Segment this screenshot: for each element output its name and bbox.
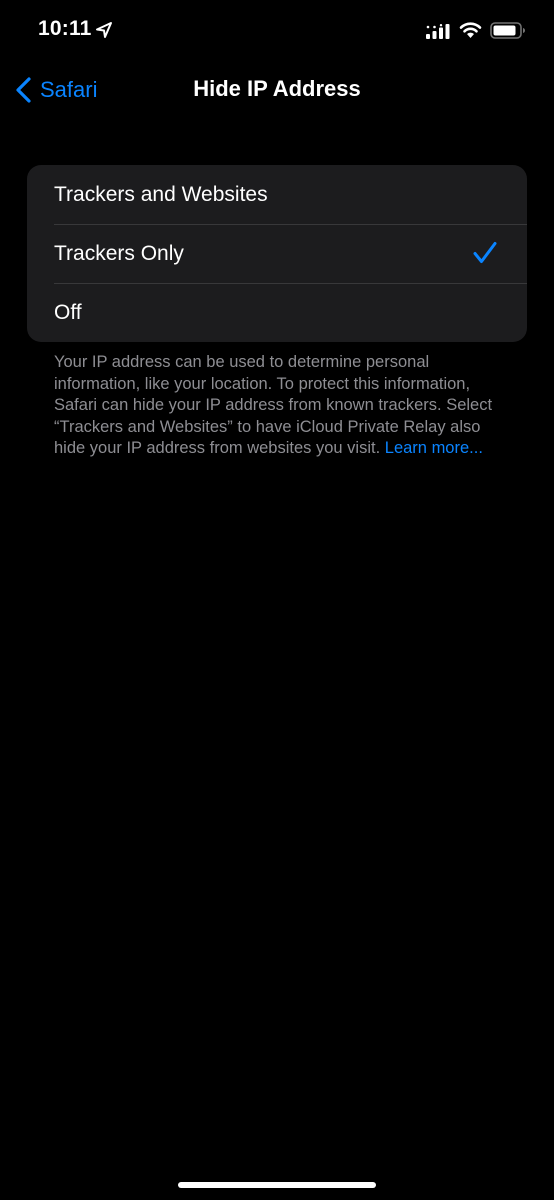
footer-description: Your IP address can be used to determine… bbox=[54, 352, 494, 460]
status-time: 10:11 bbox=[38, 17, 92, 40]
wifi-icon bbox=[459, 22, 482, 38]
option-label: Trackers and Websites bbox=[54, 182, 268, 206]
learn-more-link[interactable]: Learn more... bbox=[385, 439, 483, 457]
home-indicator[interactable] bbox=[178, 1182, 376, 1188]
option-label: Off bbox=[54, 300, 82, 324]
page-title: Hide IP Address bbox=[193, 76, 361, 101]
checkmark-icon bbox=[473, 242, 497, 263]
cellular-signal-icon bbox=[426, 24, 450, 39]
option-trackers-and-websites[interactable]: Trackers and Websites bbox=[27, 165, 527, 224]
status-bar: 10:11 bbox=[0, 0, 554, 60]
ip-hiding-options: Trackers and Websites Trackers Only Off bbox=[27, 165, 527, 342]
location-arrow-icon bbox=[96, 22, 112, 38]
option-trackers-only[interactable]: Trackers Only bbox=[27, 224, 527, 283]
option-label: Trackers Only bbox=[54, 241, 184, 265]
navigation-bar: Safari Hide IP Address bbox=[0, 60, 554, 120]
option-off[interactable]: Off bbox=[27, 283, 527, 342]
battery-icon bbox=[490, 22, 525, 39]
